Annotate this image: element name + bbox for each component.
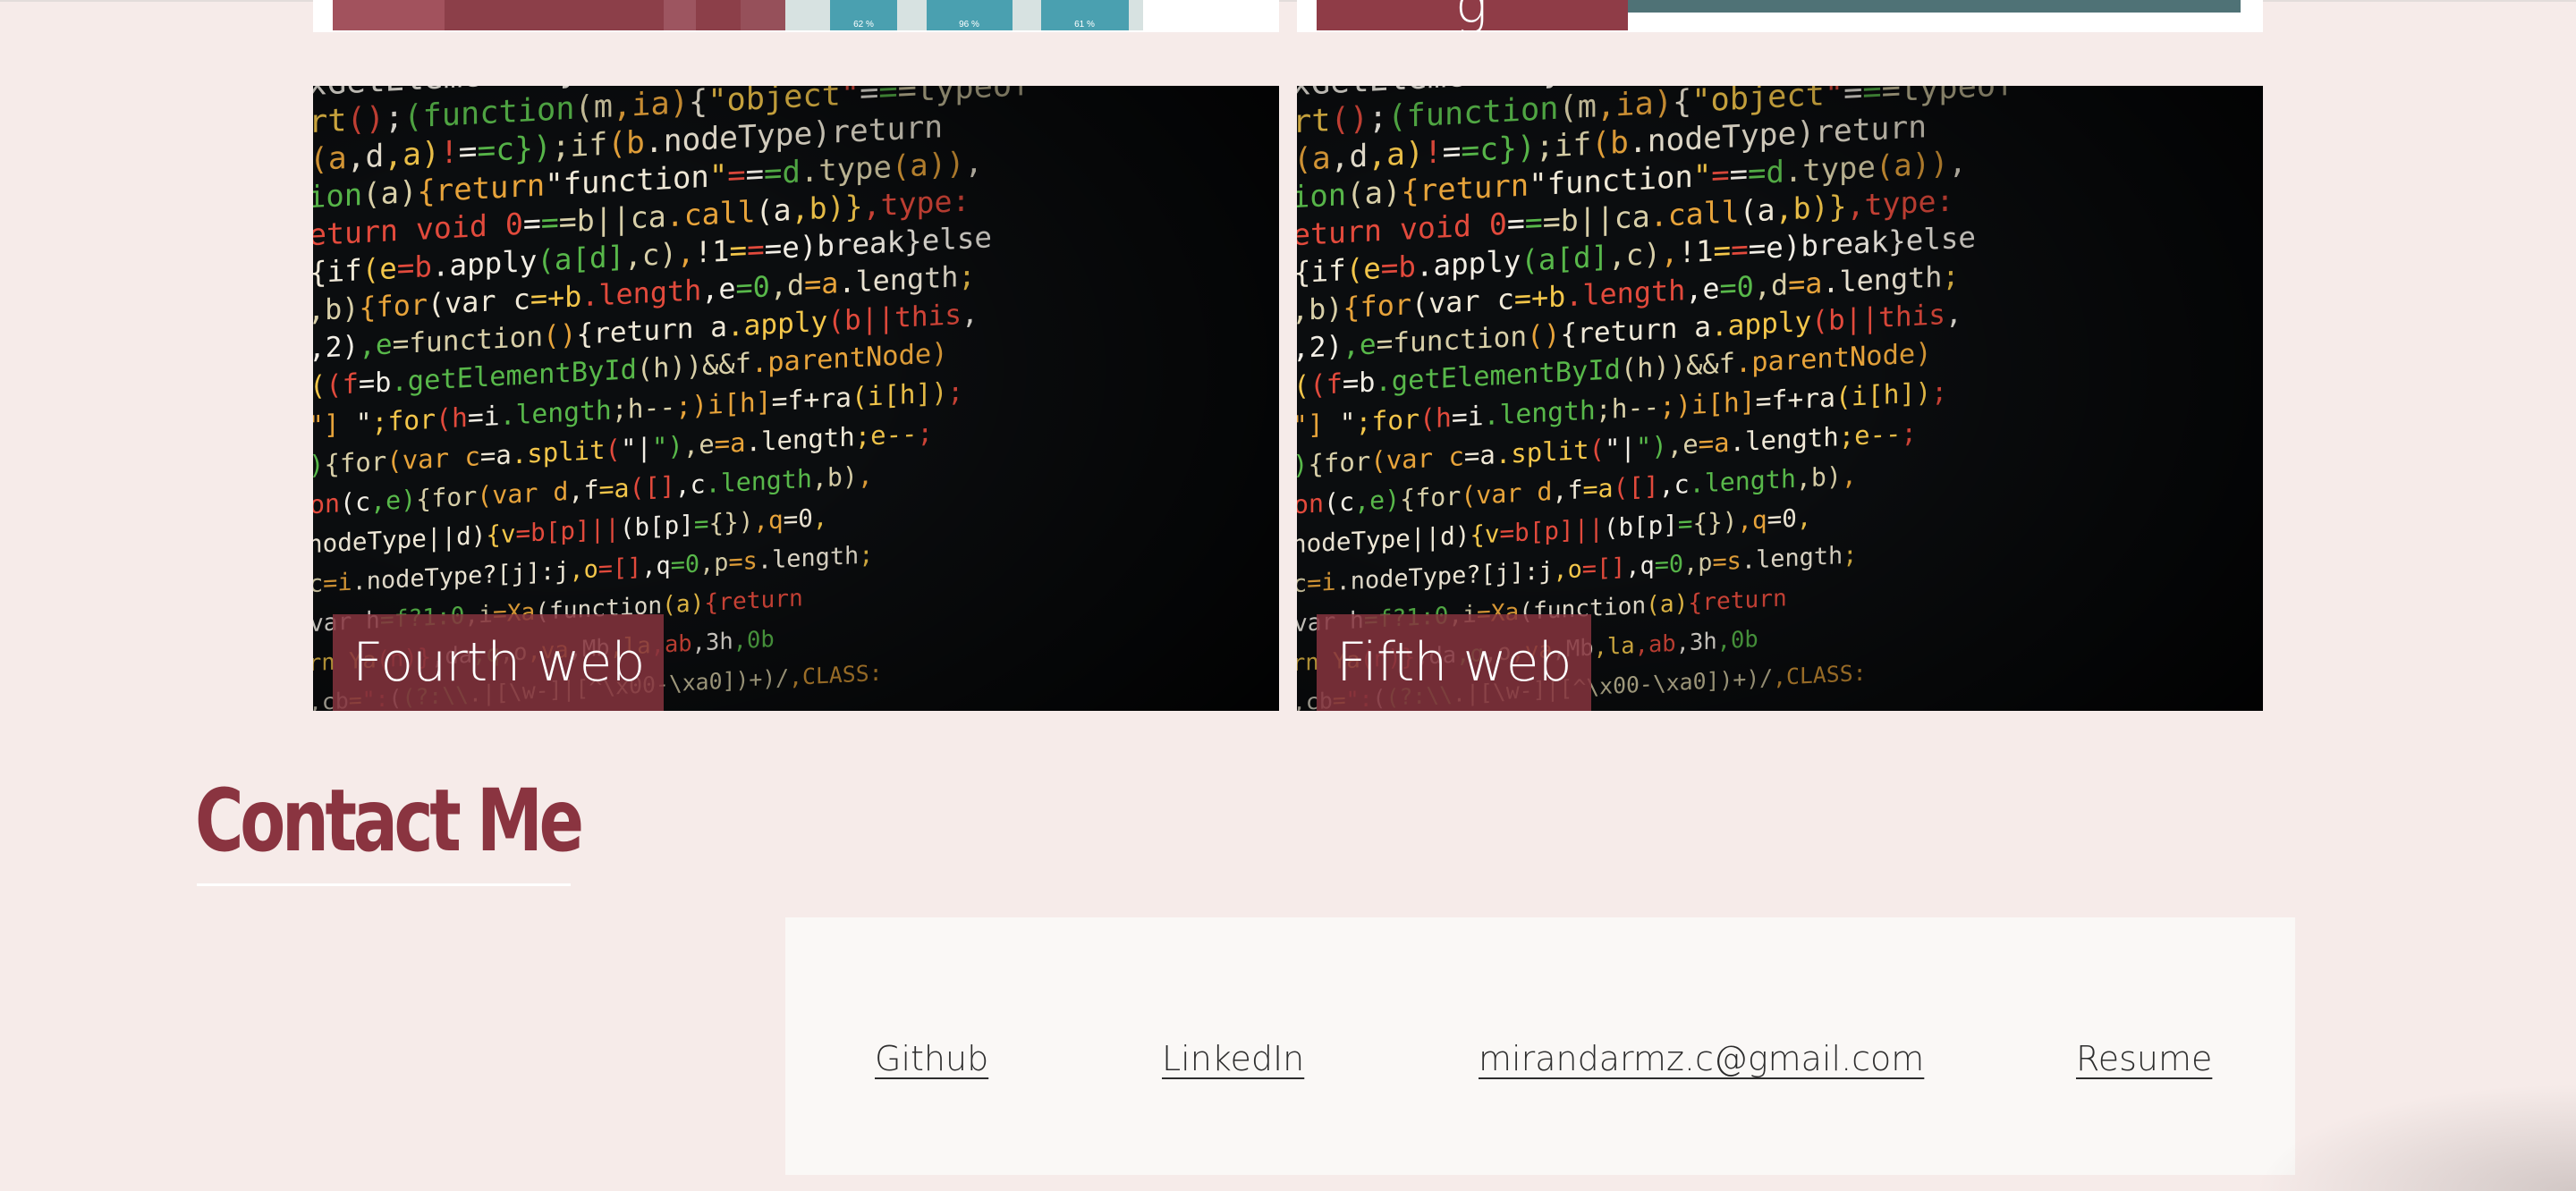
heading-underline: [197, 883, 571, 886]
thumb-strip: [1628, 0, 2241, 13]
resume-link[interactable]: Resume: [2076, 1039, 2212, 1078]
project-label-fragment: g: [1455, 0, 1488, 32]
contact-heading: Contact Me: [195, 771, 584, 871]
email-link[interactable]: mirandarmz.c@gmail.com: [1479, 1039, 1924, 1078]
project-label-partial: g: [1317, 0, 1628, 32]
project-card-partial-left[interactable]: 62 % 96 % 61 %: [313, 0, 1279, 32]
thumb-strip: [741, 0, 785, 30]
project-label: Fifth web: [1317, 614, 1591, 711]
chart-bar-label: 62 %: [853, 20, 874, 30]
chart-bar-label: 61 %: [1074, 20, 1095, 30]
thumb-strip: [333, 0, 445, 30]
chart-bar-label: 96 %: [959, 20, 979, 30]
github-link[interactable]: Github: [875, 1039, 988, 1078]
project-card-fifth[interactable]: xGetElementsByClassName=function(rt();(f…: [1297, 86, 2263, 711]
thumb-strip: [664, 0, 696, 30]
project-card-partial-right[interactable]: g: [1297, 0, 2263, 32]
corner-shadow: [2254, 1084, 2576, 1191]
linkedin-link[interactable]: LinkedIn: [1162, 1039, 1304, 1078]
project-card-fourth[interactable]: xGetElementsByClassName=function(rt();(f…: [313, 86, 1279, 711]
project-label: Fourth web: [333, 614, 665, 711]
